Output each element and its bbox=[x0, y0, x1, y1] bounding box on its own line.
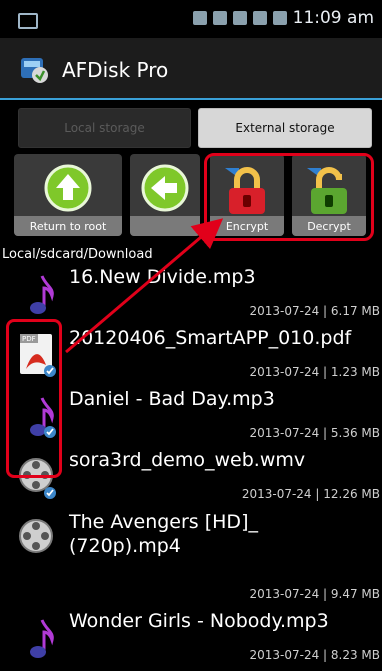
red-arrow-annotation bbox=[65, 218, 224, 354]
